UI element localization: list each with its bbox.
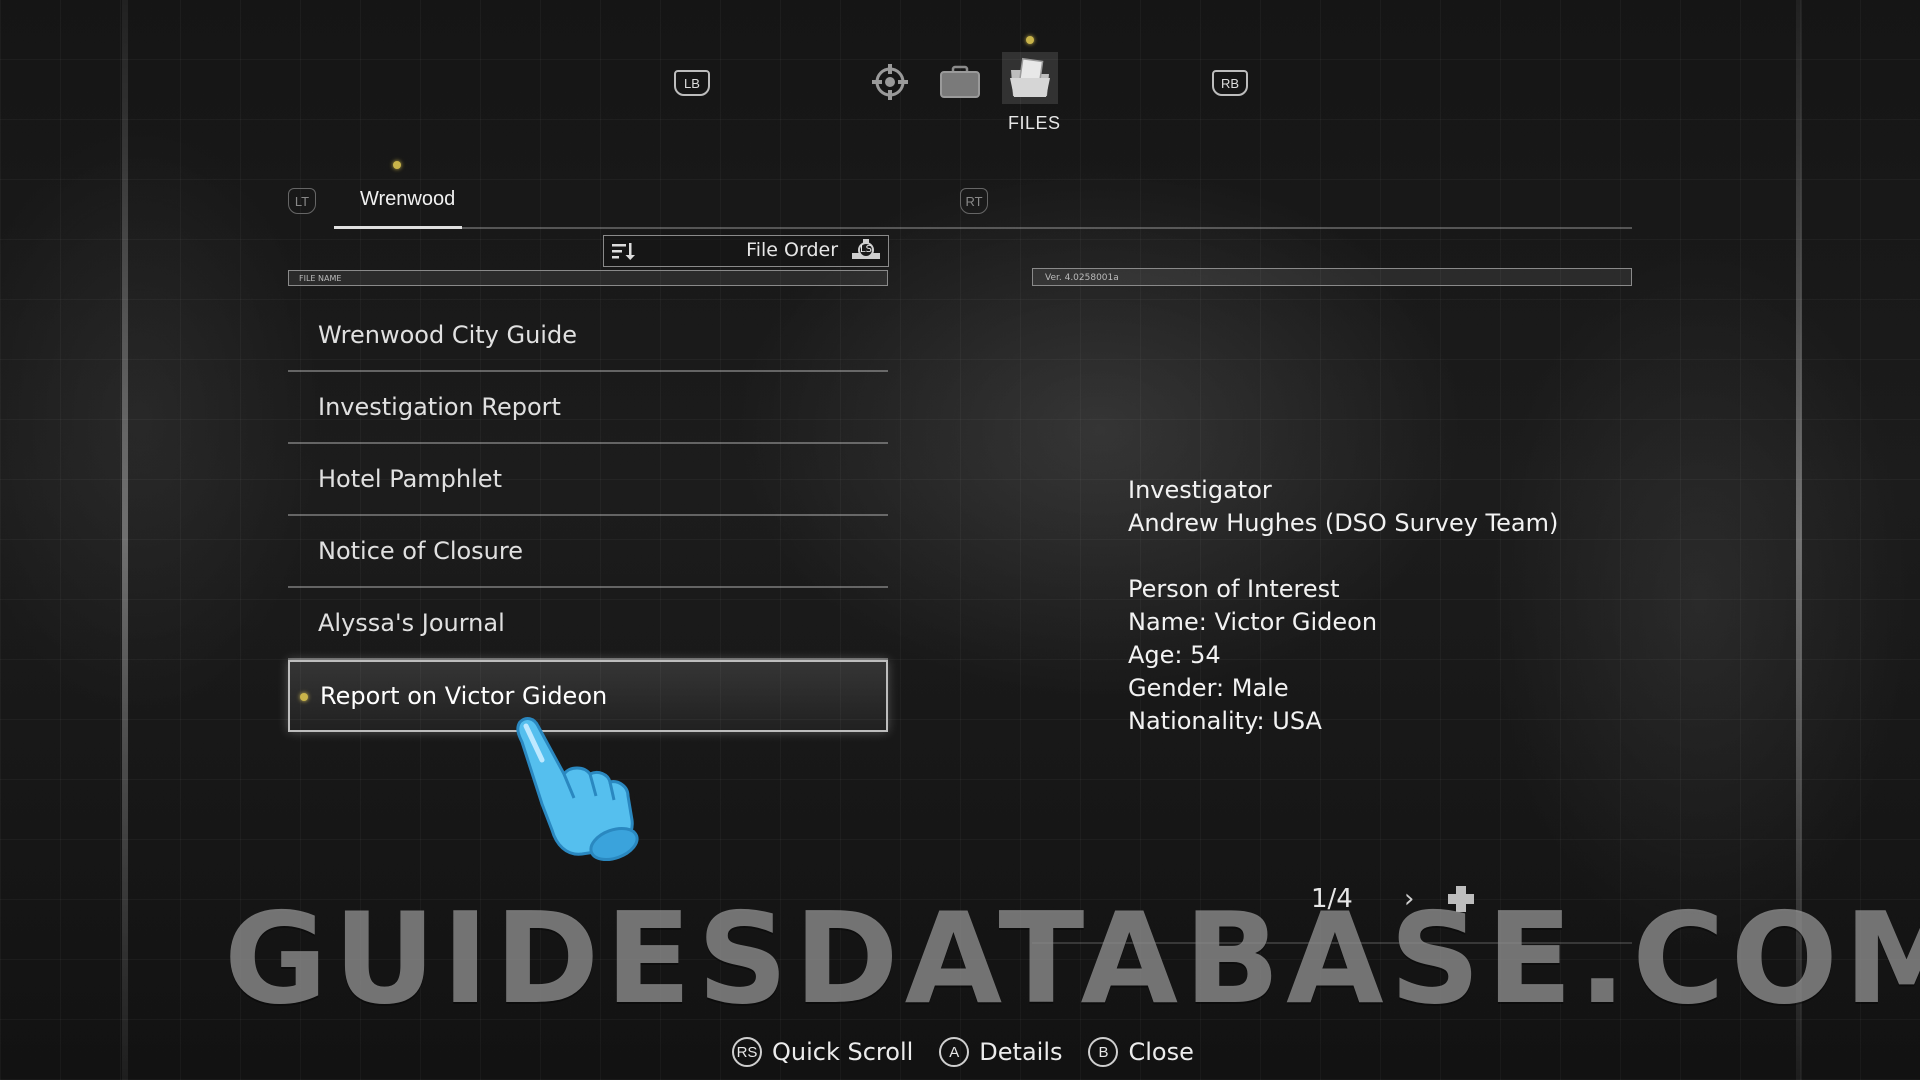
file-item-hotel-pamphlet[interactable]: Hotel Pamphlet bbox=[288, 444, 888, 516]
poi-age: Age: 54 bbox=[1128, 641, 1221, 669]
version-strip: Ver. 4.0258001a bbox=[1032, 268, 1632, 286]
poi-nationality: Nationality: USA bbox=[1128, 707, 1322, 735]
files-icon[interactable] bbox=[1002, 52, 1058, 104]
file-item-investigation-report[interactable]: Investigation Report bbox=[288, 372, 888, 444]
investigator-heading: Investigator bbox=[1128, 476, 1272, 504]
files-tab-label: FILES bbox=[1008, 113, 1061, 133]
sort-bar[interactable]: File Order LS bbox=[603, 235, 889, 267]
file-item-label: Wrenwood City Guide bbox=[318, 321, 577, 349]
tab-wrenwood[interactable]: Wrenwood bbox=[360, 188, 455, 211]
poi-gender: Gender: Male bbox=[1128, 674, 1289, 702]
a-button-icon: A bbox=[939, 1037, 970, 1067]
quick-scroll-label[interactable]: Quick Scroll bbox=[772, 1038, 913, 1066]
rs-button-icon: RS bbox=[732, 1037, 762, 1067]
briefcase-icon[interactable] bbox=[938, 62, 982, 102]
file-item-label: Report on Victor Gideon bbox=[320, 682, 608, 710]
file-item-label: Hotel Pamphlet bbox=[318, 465, 502, 493]
file-item-label: Notice of Closure bbox=[318, 537, 523, 565]
rb-bumper-button[interactable]: RB bbox=[1212, 70, 1248, 96]
poi-heading: Person of Interest bbox=[1128, 575, 1340, 603]
left-stick-label: LS bbox=[860, 244, 872, 255]
rt-trigger-button[interactable]: RT bbox=[960, 188, 988, 214]
footer-prompts: RS Quick Scroll A Details B Close bbox=[732, 1032, 1220, 1072]
left-stick-icon: LS bbox=[850, 237, 882, 265]
active-tab-underline bbox=[334, 226, 462, 229]
b-button-icon: B bbox=[1088, 1037, 1119, 1067]
close-label[interactable]: Close bbox=[1128, 1038, 1193, 1066]
left-frame-edge bbox=[122, 0, 128, 1080]
file-item-label: Investigation Report bbox=[318, 393, 561, 421]
new-item-marker bbox=[1026, 36, 1034, 44]
file-list: Wrenwood City Guide Investigation Report… bbox=[288, 300, 888, 732]
sort-label: File Order bbox=[746, 239, 838, 261]
details-label[interactable]: Details bbox=[979, 1038, 1062, 1066]
watermark-text: GUIDESDATABASE.COM bbox=[224, 885, 1920, 1032]
file-item-label: Alyssa's Journal bbox=[318, 609, 505, 637]
compass-icon[interactable] bbox=[870, 62, 910, 102]
file-item-alyssas-journal[interactable]: Alyssa's Journal bbox=[288, 588, 888, 660]
file-details: Investigator Andrew Hughes (DSO Survey T… bbox=[1128, 474, 1648, 738]
lb-bumper-button[interactable]: LB bbox=[674, 70, 710, 96]
sort-order-icon bbox=[610, 240, 636, 266]
selected-marker bbox=[300, 693, 308, 701]
poi-name: Name: Victor Gideon bbox=[1128, 608, 1378, 636]
investigator-name: Andrew Hughes (DSO Survey Team) bbox=[1128, 509, 1559, 537]
tab-divider bbox=[462, 227, 1632, 229]
file-item-wrenwood-city-guide[interactable]: Wrenwood City Guide bbox=[288, 300, 888, 372]
lt-trigger-button[interactable]: LT bbox=[288, 188, 316, 214]
location-new-marker bbox=[393, 161, 401, 169]
list-header: FILE NAME bbox=[288, 270, 888, 286]
file-item-notice-of-closure[interactable]: Notice of Closure bbox=[288, 516, 888, 588]
cursor-hand-icon bbox=[512, 712, 662, 866]
